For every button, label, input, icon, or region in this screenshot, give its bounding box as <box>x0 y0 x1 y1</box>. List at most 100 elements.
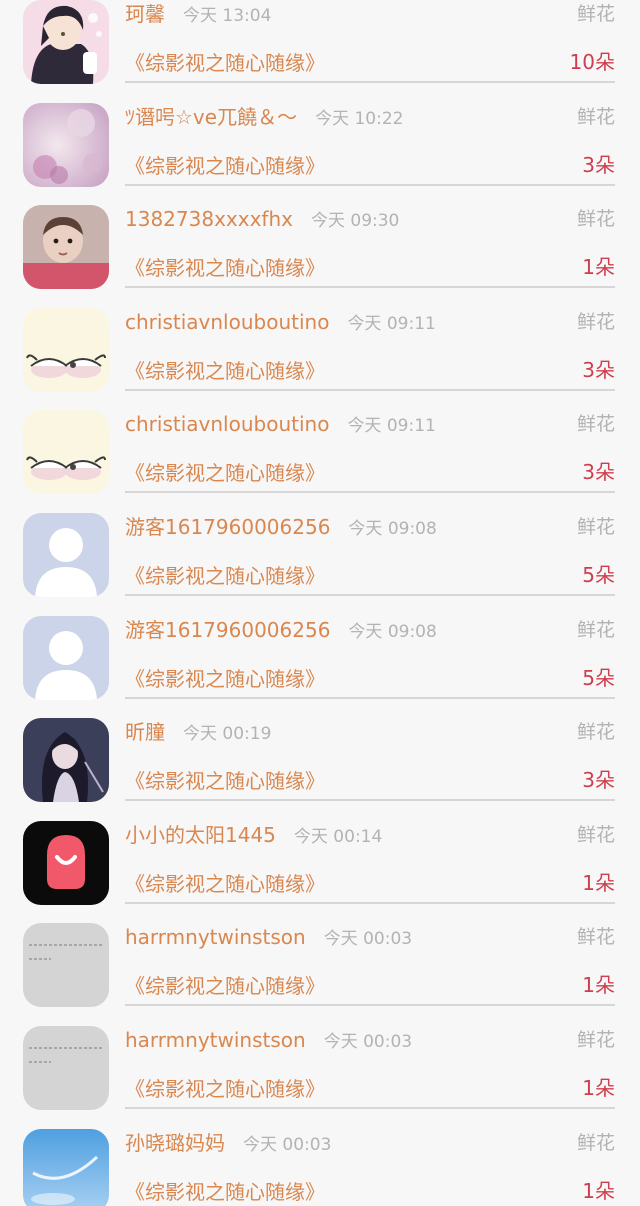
gift-type: 鲜花 <box>576 1029 615 1051</box>
gift-count: 5朵 <box>582 665 615 690</box>
divider <box>125 388 615 391</box>
avatar[interactable] <box>23 307 109 392</box>
list-item[interactable]: 游客1617960006256 今天 09:08 鲜花 《综影视之随心随缘》 5朵 <box>0 614 640 717</box>
sender-name: 游客1617960006256 今天 09:08 <box>125 513 437 543</box>
sender-name: 小小的太阳1445 今天 00:14 <box>125 821 382 851</box>
sender-name-text: 游客1617960006256 <box>125 617 331 642</box>
list-item[interactable]: 昕膧 今天 00:19 鲜花 《综影视之随心随缘》 3朵 <box>0 716 640 819</box>
list-item[interactable]: christiavnlouboutino 今天 09:11 鲜花 《综影视之随心随… <box>0 306 640 409</box>
gift-count: 3朵 <box>582 768 615 793</box>
gift-type: 鲜花 <box>576 310 615 333</box>
list-item[interactable]: 游客1617960006256 今天 09:08 鲜花 《综影视之随心随缘》 5朵 <box>0 511 640 614</box>
sender-name-text: christiavnlouboutino <box>125 412 330 437</box>
avatar[interactable] <box>23 718 109 803</box>
divider <box>125 594 615 596</box>
sender-name: christiavnlouboutino 今天 09:11 <box>125 308 436 338</box>
book-title[interactable]: 《综影视之随心随缘》 <box>125 665 325 693</box>
sender-name-text: ﾂ谮呺☆ve兀饒＆～ <box>125 104 298 129</box>
list-item[interactable]: christiavnlouboutino 今天 09:11 鲜花 《综影视之随心随… <box>0 408 640 511</box>
divider <box>125 799 615 802</box>
book-title[interactable]: 《综影视之随心随缘》 <box>125 49 325 77</box>
list-item[interactable]: 孙晓璐妈妈 今天 00:03 鲜花 《综影视之随心随缘》 1朵 <box>0 1127 640 1206</box>
book-title[interactable]: 《综影视之随心随缘》 <box>125 357 325 385</box>
sender-name-text: harrmnytwinstson <box>125 925 306 950</box>
gift-type: 鲜花 <box>576 926 615 949</box>
divider <box>125 183 615 186</box>
timestamp: 今天 00:03 <box>323 1032 413 1052</box>
sender-name-text: christiavnlouboutino <box>125 309 330 334</box>
divider <box>125 286 615 289</box>
list-item[interactable]: harrmnytwinstson 今天 00:03 鲜花 《综影视之随心随缘》 1… <box>0 1024 640 1127</box>
sender-name-text: 昕膧 <box>125 720 165 745</box>
avatar[interactable] <box>23 0 109 84</box>
sender-name: 孙晓璐妈妈 今天 00:03 <box>125 1129 331 1159</box>
avatar[interactable] <box>23 1026 109 1110</box>
book-title[interactable]: 《综影视之随心随缘》 <box>125 152 325 180</box>
divider <box>125 901 615 904</box>
book-title[interactable]: 《综影视之随心随缘》 <box>125 562 325 590</box>
gift-type: 鲜花 <box>576 3 615 25</box>
divider <box>125 81 615 83</box>
timestamp: 今天 09:08 <box>348 621 437 642</box>
gift-type: 鲜花 <box>576 413 615 436</box>
avatar[interactable] <box>23 820 109 905</box>
sender-name-text: 1382738xxxxfhx <box>125 207 293 232</box>
book-title[interactable]: 《综影视之随心随缘》 <box>125 972 325 1000</box>
avatar[interactable] <box>23 410 109 495</box>
avatar[interactable] <box>23 1128 109 1206</box>
timestamp: 今天 09:11 <box>347 416 436 437</box>
timestamp: 今天 10:22 <box>315 108 404 129</box>
list-item[interactable]: 1382738xxxxfhx 今天 09:30 鲜花 《综影视之随心随缘》 1朵 <box>0 203 640 306</box>
divider <box>125 1004 615 1007</box>
divider <box>125 1107 615 1109</box>
timestamp: 今天 00:03 <box>323 929 413 950</box>
gift-record-list: 珂馨 今天 13:04 鲜花 《综影视之随心随缘》 10朵 ﾂ谮呺☆ve兀饒＆～ 今… <box>0 0 640 1206</box>
book-title[interactable]: 《综影视之随心随缘》 <box>125 459 325 487</box>
avatar[interactable] <box>23 102 109 187</box>
timestamp: 今天 00:14 <box>293 826 383 847</box>
gift-count: 1朵 <box>582 1178 615 1203</box>
timestamp: 今天 13:04 <box>183 6 272 26</box>
sender-name: 1382738xxxxfhx 今天 09:30 <box>125 205 399 235</box>
sender-name: 昕膧 今天 00:19 <box>125 718 271 748</box>
gift-type: 鲜花 <box>576 208 615 231</box>
gift-count: 3朵 <box>582 152 615 177</box>
gift-count: 1朵 <box>582 255 615 280</box>
sender-name: harrmnytwinstson 今天 00:03 <box>125 1026 412 1056</box>
gift-type: 鲜花 <box>576 516 615 538</box>
sender-name: ﾂ谮呺☆ve兀饒＆～ 今天 10:22 <box>125 103 403 133</box>
sender-name-text: 孙晓璐妈妈 <box>125 1130 225 1155</box>
sender-name-text: harrmnytwinstson <box>125 1028 306 1052</box>
book-title[interactable]: 《综影视之随心随缘》 <box>125 870 325 898</box>
book-title[interactable]: 《综影视之随心随缘》 <box>125 254 325 282</box>
list-item[interactable]: ﾂ谮呺☆ve兀饒＆～ 今天 10:22 鲜花 《综影视之随心随缘》 3朵 <box>0 101 640 204</box>
timestamp: 今天 00:19 <box>183 724 272 745</box>
gift-count: 1朵 <box>582 1076 615 1100</box>
timestamp: 今天 09:30 <box>310 211 400 232</box>
list-item[interactable]: 小小的太阳1445 今天 00:14 鲜花 《综影视之随心随缘》 1朵 <box>0 819 640 922</box>
gift-count: 1朵 <box>582 870 615 895</box>
sender-name: 游客1617960006256 今天 09:08 <box>125 616 437 646</box>
sender-name-text: 游客1617960006256 <box>125 515 331 539</box>
gift-type: 鲜花 <box>576 721 615 744</box>
gift-type: 鲜花 <box>576 105 615 128</box>
avatar[interactable] <box>23 513 109 597</box>
sender-name: 珂馨 今天 13:04 <box>125 0 271 30</box>
book-title[interactable]: 《综影视之随心随缘》 <box>125 1075 325 1103</box>
avatar[interactable] <box>23 923 109 1008</box>
book-title[interactable]: 《综影视之随心随缘》 <box>125 1178 325 1206</box>
timestamp: 今天 09:08 <box>348 519 437 539</box>
avatar[interactable] <box>23 615 109 700</box>
book-title[interactable]: 《综影视之随心随缘》 <box>125 767 325 795</box>
gift-type: 鲜花 <box>576 618 615 641</box>
avatar[interactable] <box>23 205 109 290</box>
gift-type: 鲜花 <box>576 823 615 846</box>
sender-name-text: 珂馨 <box>125 2 165 26</box>
list-item[interactable]: harrmnytwinstson 今天 00:03 鲜花 《综影视之随心随缘》 1… <box>0 921 640 1024</box>
sender-name-text: 小小的太阳1445 <box>125 822 276 847</box>
timestamp: 今天 00:03 <box>243 1134 332 1155</box>
list-item[interactable]: 珂馨 今天 13:04 鲜花 《综影视之随心随缘》 10朵 <box>0 0 640 101</box>
gift-count: 5朵 <box>582 563 615 587</box>
sender-name: harrmnytwinstson 今天 00:03 <box>125 923 412 953</box>
gift-count: 3朵 <box>582 357 615 382</box>
